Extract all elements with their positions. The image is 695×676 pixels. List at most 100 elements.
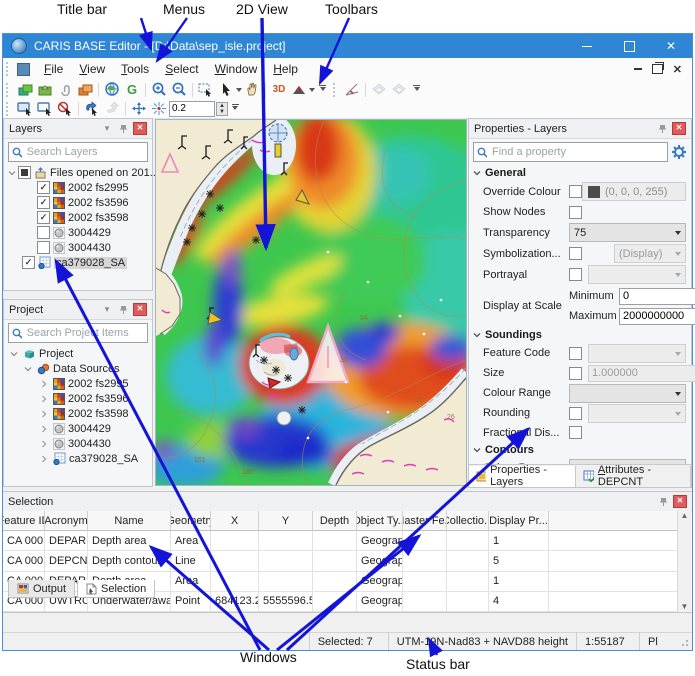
- fractional-display-checkbox[interactable]: [569, 426, 582, 439]
- zoom-in-icon[interactable]: [149, 81, 169, 98]
- feature-code-checkbox[interactable]: [569, 347, 582, 360]
- new-layers-icon[interactable]: [15, 81, 35, 98]
- profile-dropdown-icon[interactable]: [309, 88, 315, 95]
- table-cell[interactable]: Area: [171, 531, 211, 551]
- checkbox[interactable]: [37, 241, 50, 254]
- table-cell[interactable]: [313, 551, 357, 571]
- checkbox[interactable]: ✓: [22, 256, 35, 269]
- select-new-icon[interactable]: [15, 100, 35, 117]
- column-header[interactable]: Name: [88, 511, 171, 531]
- surface-diamond-icon[interactable]: [369, 81, 389, 98]
- tab-attributes-depcnt[interactable]: Attributes - DEPCNT: [576, 466, 691, 487]
- chevron-collapsed-icon[interactable]: [40, 455, 50, 463]
- cursor-select-icon[interactable]: [216, 81, 236, 98]
- chevron-expanded-icon[interactable]: [8, 169, 18, 177]
- tree-item[interactable]: 3004429: [4, 225, 152, 240]
- chevron-down-icon[interactable]: ▾: [101, 123, 113, 135]
- tree-item[interactable]: 2002 fs3598: [4, 406, 152, 421]
- table-cell[interactable]: 5: [489, 551, 549, 571]
- close-icon[interactable]: ✕: [133, 303, 147, 316]
- property-search[interactable]: [473, 142, 668, 162]
- maximize-button[interactable]: [608, 34, 650, 58]
- chevron-collapsed-icon[interactable]: [40, 380, 50, 388]
- profile-icon[interactable]: [289, 81, 309, 98]
- pin-icon[interactable]: [117, 304, 129, 316]
- tree-item-root[interactable]: Files opened on 201...: [4, 165, 152, 180]
- snap-radius-input[interactable]: [169, 101, 215, 117]
- chevron-collapsed-icon[interactable]: [40, 410, 50, 418]
- scroll-up-icon[interactable]: ▲: [681, 511, 689, 520]
- table-cell[interactable]: Geographic: [357, 551, 403, 571]
- chevron-down-icon[interactable]: ▾: [101, 304, 113, 316]
- deselect-icon[interactable]: [55, 100, 75, 117]
- column-header[interactable]: Geometry: [171, 511, 211, 531]
- column-header[interactable]: Acronym: [45, 511, 88, 531]
- table-cell[interactable]: [447, 551, 489, 571]
- globe-icon[interactable]: [102, 81, 122, 98]
- toolbar-overflow-icon[interactable]: [413, 85, 420, 94]
- pin-icon[interactable]: [657, 496, 669, 508]
- attach-icon[interactable]: [55, 81, 75, 98]
- table-cell[interactable]: [403, 551, 447, 571]
- scale-maximum-input[interactable]: [619, 308, 695, 325]
- table-cell[interactable]: Depth contour: [88, 551, 171, 571]
- table-cell[interactable]: DEPARE: [45, 531, 88, 551]
- tree-item[interactable]: ✓ 2002 fs3598: [4, 210, 152, 225]
- mdi-close-icon[interactable]: ✕: [673, 63, 682, 76]
- menu-window[interactable]: Window: [207, 59, 266, 79]
- chevron-expanded-icon[interactable]: [10, 350, 20, 358]
- menu-tools[interactable]: Tools: [113, 59, 157, 79]
- status-crs[interactable]: UTM-19N-Nad83 + NAVD88 height: [388, 633, 576, 650]
- move-icon[interactable]: [129, 100, 149, 117]
- close-icon[interactable]: ✕: [672, 122, 686, 135]
- chevron-expanded-icon[interactable]: [24, 365, 34, 373]
- scale-minimum-input[interactable]: [619, 288, 695, 305]
- tree-item[interactable]: ✓ 2002 fs2995: [4, 180, 152, 195]
- status-scale[interactable]: 1:55187: [576, 633, 639, 650]
- menu-select[interactable]: Select: [157, 59, 206, 79]
- column-header[interactable]: Master Fe...: [403, 511, 447, 531]
- tree-item-data-sources[interactable]: Data Sources: [4, 361, 152, 376]
- column-header[interactable]: Display Pr...: [489, 511, 549, 531]
- tree-item[interactable]: 3004429: [4, 421, 152, 436]
- tree-item[interactable]: 3004430: [4, 436, 152, 451]
- checkbox[interactable]: ✓: [37, 211, 50, 224]
- combine-layers-icon[interactable]: [75, 81, 95, 98]
- pick-feature-disabled-icon[interactable]: [102, 100, 122, 117]
- open-data-icon[interactable]: [35, 81, 55, 98]
- layers-search[interactable]: [8, 142, 148, 162]
- column-header[interactable]: Object Ty...: [357, 511, 403, 531]
- close-icon[interactable]: ✕: [133, 122, 147, 135]
- pick-feature-icon[interactable]: [82, 100, 102, 117]
- menu-help[interactable]: Help: [265, 59, 306, 79]
- select-area-icon[interactable]: [196, 81, 216, 98]
- chevron-collapsed-icon[interactable]: [40, 425, 50, 433]
- column-header[interactable]: Depth: [313, 511, 357, 531]
- minimize-button[interactable]: [566, 34, 608, 58]
- project-search-input[interactable]: [25, 326, 144, 340]
- snap-radius-stepper[interactable]: ▲▼: [216, 102, 228, 116]
- column-header[interactable]: Collectio...: [447, 511, 489, 531]
- table-cell[interactable]: [259, 531, 313, 551]
- show-nodes-checkbox[interactable]: [569, 206, 582, 219]
- checkbox[interactable]: [37, 226, 50, 239]
- override-colour-checkbox[interactable]: [569, 185, 582, 198]
- table-cell[interactable]: 1: [489, 531, 549, 551]
- table-cell[interactable]: CA 00018...: [3, 551, 45, 571]
- snap-radius-icon[interactable]: [149, 100, 169, 117]
- tab-selection[interactable]: Selection: [77, 580, 155, 598]
- zoom-out-icon[interactable]: [169, 81, 189, 98]
- mdi-restore-icon[interactable]: [652, 64, 663, 74]
- table-cell[interactable]: [211, 551, 259, 571]
- table-cell[interactable]: Geographic: [357, 531, 403, 551]
- portrayal-checkbox[interactable]: [569, 268, 582, 281]
- column-header[interactable]: Y: [259, 511, 313, 531]
- tree-item[interactable]: 2002 fs2995: [4, 376, 152, 391]
- column-header[interactable]: Feature ID: [3, 511, 45, 531]
- tree-item[interactable]: 3004430: [4, 240, 152, 255]
- table-cell[interactable]: [403, 531, 447, 551]
- table-cell[interactable]: [259, 551, 313, 571]
- tristate-checkbox[interactable]: [18, 166, 31, 179]
- checkbox[interactable]: ✓: [37, 181, 50, 194]
- property-search-input[interactable]: [490, 145, 664, 159]
